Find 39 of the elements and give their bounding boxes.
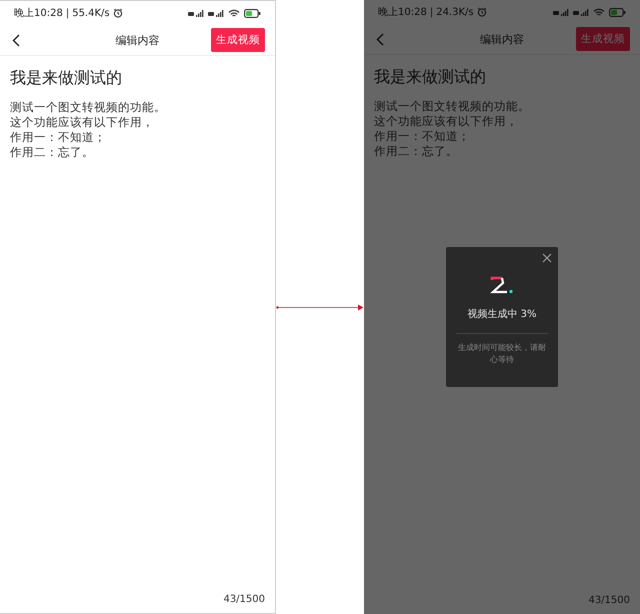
document-title: 我是来做测试的 (374, 67, 487, 88)
close-icon (542, 253, 552, 263)
alarm-icon (476, 7, 487, 17)
battery-icon (609, 8, 626, 16)
progress-label: 视频生成中 3% (456, 307, 548, 334)
network-speed: 24.3K/s (436, 6, 474, 18)
generate-video-button[interactable]: 生成视频 (576, 27, 630, 51)
wifi-icon (228, 8, 240, 18)
battery-icon (244, 8, 261, 18)
wifi-icon (593, 8, 605, 16)
status-time: 晚上10:28 (14, 6, 63, 20)
text-line: 作用一：不知道； (374, 129, 471, 144)
alarm-icon (112, 8, 123, 18)
back-icon (12, 34, 20, 46)
text-line: 这个功能应该有以下作用， (374, 114, 519, 129)
text-line: 这个功能应该有以下作用， (10, 115, 155, 130)
generate-video-button[interactable]: 生成视频 (211, 28, 265, 52)
status-divider: | (66, 8, 70, 18)
page-title: 编辑内容 (480, 32, 524, 46)
hint-text: 生成时间可能较长，请耐心等待 (457, 342, 547, 366)
document-title: 我是来做测试的 (10, 68, 123, 89)
text-line: 作用二：忘了。 (10, 145, 95, 160)
signal-icon (188, 8, 204, 18)
signal-icon (573, 8, 589, 16)
text-line: 作用二：忘了。 (374, 144, 459, 159)
character-counter: 43/1500 (223, 594, 265, 604)
signal-icon (553, 8, 569, 16)
status-divider: | (430, 6, 434, 18)
text-line: 测试一个图文转视频的功能。 (374, 99, 531, 114)
signal-icon (208, 8, 224, 18)
back-icon (376, 32, 384, 46)
page-title: 编辑内容 (116, 32, 160, 48)
close-button[interactable] (542, 253, 552, 263)
character-counter: 43/1500 (588, 594, 630, 606)
text-line: 作用一：不知道； (10, 130, 107, 145)
status-time: 晚上10:28 (378, 6, 427, 19)
network-speed: 55.4K/s (72, 8, 110, 18)
text-line: 测试一个图文转视频的功能。 (10, 100, 167, 115)
back-button[interactable] (10, 32, 22, 48)
